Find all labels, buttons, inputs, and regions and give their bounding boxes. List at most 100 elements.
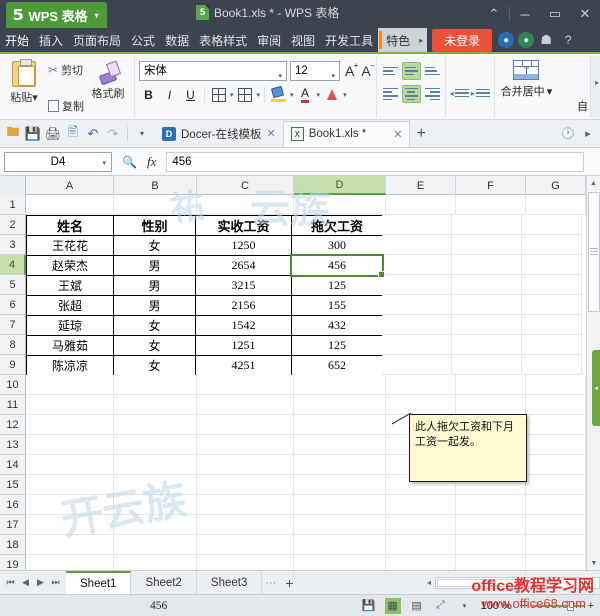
- cell-C4[interactable]: 2654: [195, 255, 292, 276]
- cell-A10[interactable]: [26, 375, 114, 395]
- cell-G12[interactable]: [526, 415, 586, 435]
- cell-G9[interactable]: [522, 355, 582, 375]
- cell-D16[interactable]: [294, 495, 386, 515]
- cell-A6[interactable]: 张超: [26, 295, 114, 316]
- merge-center-button[interactable]: 合并居中 ▾: [501, 83, 553, 99]
- cell-B6[interactable]: 男: [113, 295, 196, 316]
- cell-B12[interactable]: [114, 415, 197, 435]
- cell-A19[interactable]: [26, 555, 114, 570]
- cell-B2[interactable]: 性别: [113, 215, 196, 236]
- cell-D5[interactable]: 125: [291, 275, 383, 296]
- cell-E6[interactable]: [382, 295, 452, 315]
- font-color-button[interactable]: A: [296, 85, 315, 104]
- row-header-16[interactable]: 16: [0, 495, 26, 515]
- borders-button[interactable]: [209, 85, 228, 104]
- cell-B9[interactable]: 女: [113, 355, 196, 376]
- tab-developer-tools[interactable]: 开发工具: [320, 28, 378, 52]
- tab-review[interactable]: 审阅: [252, 28, 286, 52]
- cell-C12[interactable]: [197, 415, 294, 435]
- cell-F19[interactable]: [456, 555, 526, 570]
- cell-D14[interactable]: [294, 455, 386, 475]
- cell-B4[interactable]: 男: [113, 255, 196, 276]
- cell-C7[interactable]: 1542: [195, 315, 292, 336]
- collapse-ribbon-button[interactable]: ⌃: [479, 0, 509, 28]
- scroll-up-icon[interactable]: ▲: [587, 176, 600, 190]
- cell-A17[interactable]: [26, 515, 114, 535]
- cell-F18[interactable]: [456, 535, 526, 555]
- cell-E19[interactable]: [386, 555, 456, 570]
- cell-F8[interactable]: [452, 335, 522, 355]
- cell-G18[interactable]: [526, 535, 586, 555]
- cell-B18[interactable]: [114, 535, 197, 555]
- skin-icon[interactable]: ☗: [538, 32, 554, 48]
- customize-toolbar-icon[interactable]: ▾: [134, 126, 150, 142]
- cell-C18[interactable]: [197, 535, 294, 555]
- cell-C17[interactable]: [197, 515, 294, 535]
- cell-A12[interactable]: [26, 415, 114, 435]
- cell-E8[interactable]: [382, 335, 452, 355]
- cell-E7[interactable]: [382, 315, 452, 335]
- column-header-F[interactable]: F: [456, 176, 526, 195]
- format-painter-button[interactable]: 格式刷: [86, 58, 130, 101]
- cell-C14[interactable]: [197, 455, 294, 475]
- cell-F9[interactable]: [452, 355, 522, 375]
- row-header-14[interactable]: 14: [0, 455, 26, 475]
- row-header-6[interactable]: 6: [0, 295, 26, 315]
- column-header-E[interactable]: E: [386, 176, 456, 195]
- insert-function-icon[interactable]: fx: [147, 154, 156, 170]
- highlight-button[interactable]: [322, 85, 341, 104]
- tab-start[interactable]: 开始: [0, 28, 34, 52]
- row-header-17[interactable]: 17: [0, 515, 26, 535]
- row-header-10[interactable]: 10: [0, 375, 26, 395]
- cell-C5[interactable]: 3215: [195, 275, 292, 296]
- copy-button[interactable]: 复制: [46, 98, 84, 114]
- cell-F7[interactable]: [452, 315, 522, 335]
- cell-G17[interactable]: [526, 515, 586, 535]
- cell-E16[interactable]: [386, 495, 456, 515]
- font-name-combobox[interactable]: 宋体 ▾: [139, 61, 287, 81]
- tab-page-layout[interactable]: 页面布局: [68, 28, 126, 52]
- cell-A7[interactable]: 延琼: [26, 315, 114, 336]
- cell-G16[interactable]: [526, 495, 586, 515]
- cell-B5[interactable]: 男: [113, 275, 196, 296]
- last-sheet-icon[interactable]: ⏭: [49, 577, 62, 588]
- cell-D1[interactable]: [294, 195, 386, 215]
- cell-D4[interactable]: 456: [290, 254, 385, 278]
- italic-button[interactable]: I: [160, 85, 179, 104]
- chevron-down-icon[interactable]: ▾: [343, 91, 347, 99]
- side-panel-toggle[interactable]: ◂: [592, 350, 600, 426]
- tab-formulas[interactable]: 公式: [126, 28, 160, 52]
- tab-docer-online-templates[interactable]: D Docer-在线模板 ✕: [155, 120, 284, 147]
- ribbon-overflow-scrollbar[interactable]: [590, 56, 600, 118]
- add-sheet-button[interactable]: +: [279, 575, 299, 591]
- chevron-down-icon[interactable]: ▾: [317, 91, 321, 99]
- cell-G2[interactable]: [522, 215, 582, 235]
- row-header-5[interactable]: 5: [0, 275, 26, 295]
- column-header-G[interactable]: G: [526, 176, 586, 195]
- cell-B3[interactable]: 女: [113, 235, 196, 256]
- hscroll-left-icon[interactable]: ◂: [423, 578, 435, 587]
- open-icon[interactable]: 🖿: [5, 124, 21, 142]
- cell-C1[interactable]: [197, 195, 294, 215]
- cell-D18[interactable]: [294, 535, 386, 555]
- cell-E18[interactable]: [386, 535, 456, 555]
- zoom-in-button[interactable]: +: [588, 600, 594, 612]
- cell-B19[interactable]: [114, 555, 197, 570]
- name-box[interactable]: D4 ▾: [4, 151, 112, 172]
- close-icon[interactable]: ✕: [393, 128, 402, 141]
- cell-F5[interactable]: [452, 275, 522, 295]
- cell-G10[interactable]: [526, 375, 586, 395]
- tab-table-styles[interactable]: 表格样式: [194, 28, 252, 52]
- print-preview-icon[interactable]: 🖹: [65, 124, 81, 142]
- cell-A8[interactable]: 马雅茹: [26, 335, 114, 356]
- cell-E1[interactable]: [386, 195, 456, 215]
- grow-font-button[interactable]: A +: [343, 61, 358, 79]
- cell-A2[interactable]: 姓名: [26, 215, 114, 236]
- cell-C15[interactable]: [197, 475, 294, 495]
- close-button[interactable]: ✕: [570, 0, 600, 28]
- tab-insert[interactable]: 插入: [34, 28, 68, 52]
- page-layout-view-icon[interactable]: ▤: [409, 598, 425, 614]
- cell-G14[interactable]: [526, 455, 586, 475]
- column-header-C[interactable]: C: [197, 176, 294, 195]
- save-status-icon[interactable]: 💾: [361, 598, 377, 614]
